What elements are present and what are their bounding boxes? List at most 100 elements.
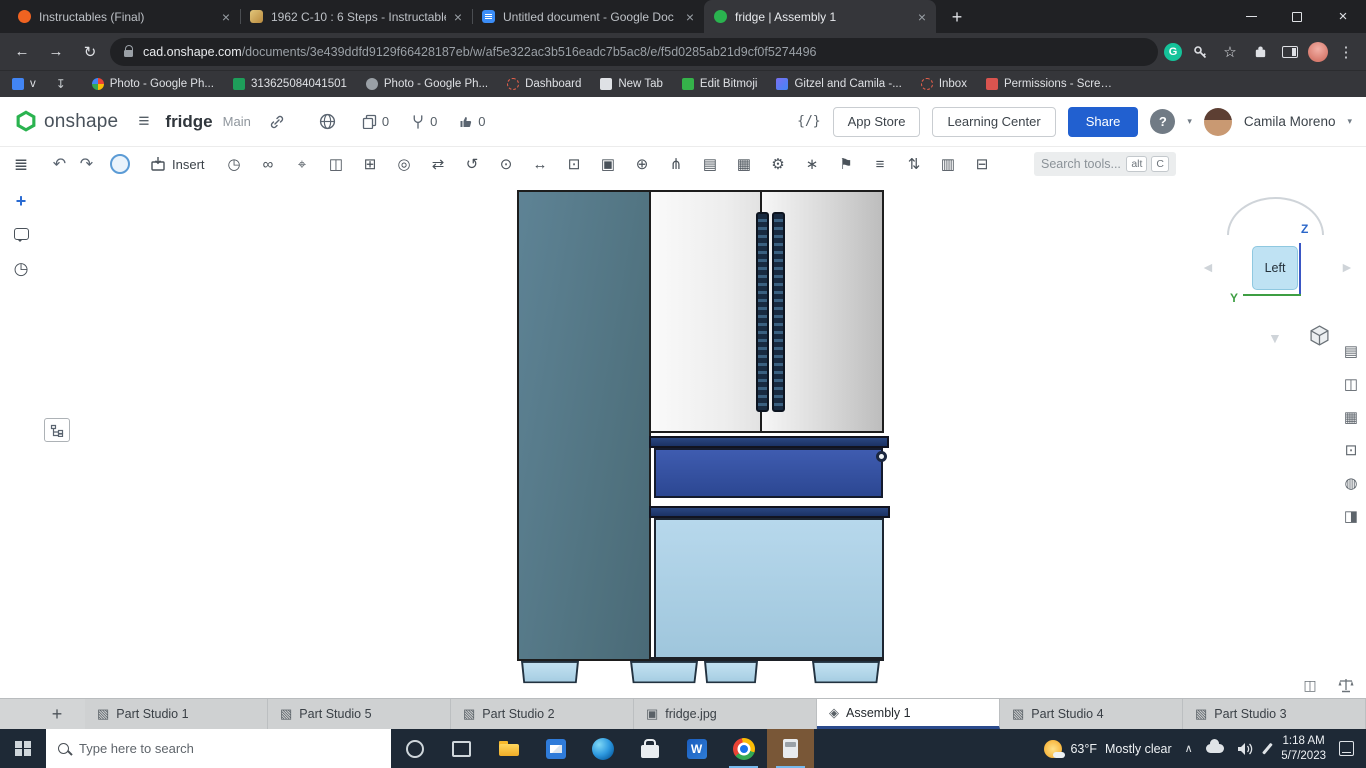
version-history-icon[interactable]: ◷	[8, 256, 34, 282]
document-tab[interactable]: ▧ Part Studio 4	[1000, 699, 1183, 729]
tab-close-icon[interactable]: ×	[222, 9, 230, 25]
select-box-icon[interactable]: ⊡	[561, 151, 588, 178]
fridge-drawer-knob[interactable]	[876, 451, 887, 462]
bom-icon[interactable]: ▥	[935, 151, 962, 178]
document-tab[interactable]: ▣ fridge.jpg	[634, 699, 817, 729]
bookmark-item[interactable]: v	[12, 78, 36, 90]
viewcube-down-arrow[interactable]: ▼	[1268, 330, 1282, 346]
copies-stat[interactable]: 0	[362, 114, 389, 129]
side-panel-icon[interactable]	[1278, 40, 1302, 64]
fridge-model[interactable]	[515, 188, 895, 690]
back-button[interactable]: ←	[8, 38, 36, 66]
url-bar[interactable]: cad.onshape.com/documents/3e439ddfd9129f…	[110, 38, 1158, 66]
bookmark-item[interactable]: Gitzel and Camila -...	[776, 78, 901, 90]
grammarly-extension-icon[interactable]: G	[1164, 43, 1182, 61]
viewcube-face[interactable]: Left	[1252, 246, 1298, 290]
pen-icon[interactable]	[1262, 743, 1272, 755]
swap-instances-icon[interactable]: ⇅	[901, 151, 928, 178]
taskbar-clock[interactable]: 1:18 AM 5/7/2023	[1281, 734, 1326, 764]
onshape-wordmark[interactable]: onshape	[44, 111, 118, 133]
mass-properties-icon[interactable]	[1336, 676, 1356, 694]
onshape-logo-icon[interactable]	[14, 110, 38, 134]
history-icon[interactable]: ◷	[221, 151, 248, 178]
configurations-panel-icon[interactable]: ◫	[1338, 371, 1364, 397]
file-explorer-icon[interactable]	[485, 729, 532, 768]
add-tab-button[interactable]: +	[42, 699, 72, 729]
linear-pattern-icon[interactable]: ⊞	[357, 151, 384, 178]
bookmark-item[interactable]: Permissions - Scree...	[986, 78, 1116, 90]
learning-center-button[interactable]: Learning Center	[932, 107, 1055, 137]
structure-icon[interactable]: ⊟	[969, 151, 996, 178]
exploded-view-panel-icon[interactable]: ◨	[1338, 503, 1364, 529]
hamburger-menu-icon[interactable]: ≡	[138, 111, 149, 133]
public-globe-icon[interactable]	[319, 113, 336, 130]
mate-icon[interactable]: ∞	[255, 151, 282, 178]
bookmark-item[interactable]: Edit Bitmoji	[682, 78, 758, 90]
transform-icon[interactable]: ↔	[527, 151, 554, 178]
display-states-panel-icon[interactable]: ▦	[1338, 404, 1364, 430]
window-close-button[interactable]: ×	[1320, 0, 1366, 33]
app-store-button[interactable]: App Store	[833, 107, 921, 137]
likes-stat[interactable]: 0	[459, 114, 485, 129]
bookmark-item[interactable]: Dashboard	[507, 78, 581, 90]
browser-tab[interactable]: 1962 C-10 : 6 Steps - Instructable ×	[240, 0, 472, 33]
replicate-icon[interactable]: ⋔	[663, 151, 690, 178]
task-view-icon[interactable]	[438, 729, 485, 768]
duplicate-icon[interactable]: ▤	[697, 151, 724, 178]
undo-button[interactable]: ↶	[46, 151, 73, 178]
help-caret-icon[interactable]: ▾	[1187, 116, 1192, 127]
tab-close-icon[interactable]: ×	[454, 9, 462, 25]
store-icon[interactable]	[626, 729, 673, 768]
isometric-view-icon[interactable]	[1309, 325, 1330, 351]
active-app-icon[interactable]	[767, 729, 814, 768]
circular-pattern-icon[interactable]: ◎	[391, 151, 418, 178]
onedrive-icon[interactable]	[1206, 744, 1224, 753]
bookmark-star-icon[interactable]: ☆	[1218, 40, 1242, 64]
window-minimize-button[interactable]	[1228, 0, 1274, 33]
reload-button[interactable]: ↻	[76, 38, 104, 66]
browser-tab[interactable]: fridge | Assembly 1 ×	[704, 0, 936, 33]
action-center-icon[interactable]	[1339, 741, 1354, 756]
named-positions-icon[interactable]: ⚑	[833, 151, 860, 178]
ssl-lock-icon[interactable]	[124, 50, 133, 57]
comments-icon[interactable]	[8, 221, 34, 247]
forward-button[interactable]: →	[42, 38, 70, 66]
group-icon[interactable]: ◫	[323, 151, 350, 178]
viewcube-right-arrow[interactable]: ►	[1340, 259, 1354, 275]
document-tab[interactable]: ▧ Part Studio 2	[451, 699, 634, 729]
volume-icon[interactable]	[1237, 742, 1253, 756]
mail-icon[interactable]	[532, 729, 579, 768]
fridge-left-door[interactable]	[649, 190, 762, 433]
password-key-icon[interactable]	[1188, 40, 1212, 64]
fridge-foot[interactable]	[704, 661, 758, 683]
insert-button[interactable]: Insert	[140, 150, 215, 178]
fridge-left-handle[interactable]	[756, 212, 769, 412]
snapshot-icon[interactable]: ◫	[1300, 676, 1320, 694]
user-avatar[interactable]	[1204, 108, 1232, 136]
start-button[interactable]	[0, 729, 46, 768]
share-button[interactable]: Share	[1068, 107, 1139, 137]
fridge-freezer-drawer[interactable]	[654, 518, 884, 659]
bookmark-item[interactable]: Photo - Google Ph...	[92, 78, 214, 90]
appearance-panel-icon[interactable]: ◍	[1338, 470, 1364, 496]
browser-tab[interactable]: Instructables (Final) ×	[8, 0, 240, 33]
versions-stat[interactable]: 0	[411, 114, 437, 129]
fridge-middle-drawer[interactable]	[654, 448, 883, 498]
browser-menu-icon[interactable]: ⋮	[1334, 40, 1358, 64]
pattern-icon[interactable]: ▦	[731, 151, 758, 178]
workspace-name[interactable]: Main	[223, 114, 251, 129]
redo-button[interactable]: ↷	[73, 151, 100, 178]
bookmark-item[interactable]: Photo - Google Ph...	[366, 78, 488, 90]
add-feature-icon[interactable]: +	[8, 188, 34, 214]
fridge-foot[interactable]	[630, 661, 698, 683]
user-menu-caret-icon[interactable]: ▾	[1347, 116, 1352, 127]
feature-list-icon[interactable]: ≣	[8, 152, 34, 178]
fridge-lower-rail[interactable]	[649, 506, 890, 518]
sync-status-icon[interactable]	[110, 154, 130, 174]
section-view-panel-icon[interactable]: ⊡	[1338, 437, 1364, 463]
fridge-foot[interactable]	[812, 661, 880, 683]
share-link-icon[interactable]	[269, 114, 285, 130]
document-tab[interactable]: ▧ Part Studio 1	[85, 699, 268, 729]
bookmark-item[interactable]: Inbox	[921, 78, 967, 90]
document-title[interactable]: fridge	[165, 112, 212, 132]
